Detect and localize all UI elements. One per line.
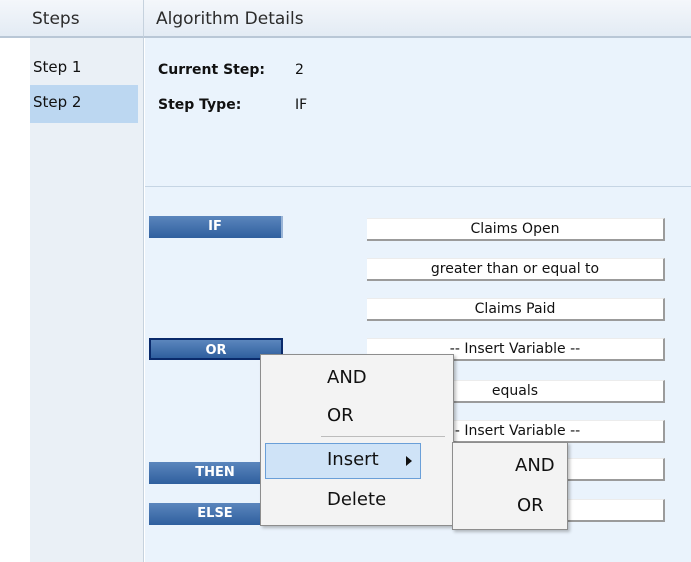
steps-panel-margin: [0, 38, 30, 562]
operator-button-1[interactable]: greater than or equal to: [367, 258, 665, 281]
menu-item-insert[interactable]: Insert: [327, 449, 379, 470]
steps-panel: Step 1 Step 2: [0, 38, 144, 562]
variable-button-claims-open[interactable]: Claims Open: [367, 218, 665, 241]
variable-button-claims-paid[interactable]: Claims Paid: [367, 298, 665, 321]
insert-submenu: AND OR: [452, 442, 568, 530]
submenu-item-or[interactable]: OR: [517, 495, 544, 516]
menu-item-or[interactable]: OR: [327, 405, 354, 426]
steps-panel-header: Steps: [0, 0, 144, 38]
current-step-label: Current Step:: [158, 62, 265, 78]
menu-item-insert-highlight[interactable]: Insert: [265, 443, 421, 479]
menu-item-and[interactable]: AND: [327, 367, 367, 388]
algorithm-details-header: Algorithm Details: [144, 0, 691, 38]
step-type-label: Step Type:: [158, 97, 242, 113]
submenu-item-and[interactable]: AND: [515, 455, 555, 476]
step-item-1[interactable]: Step 1: [30, 50, 138, 88]
current-step-value: 2: [295, 62, 304, 78]
step-item-2[interactable]: Step 2: [30, 85, 138, 123]
if-keyword-button[interactable]: IF: [149, 216, 283, 238]
submenu-arrow-icon: [406, 456, 412, 466]
menu-separator: [321, 436, 445, 437]
step-type-value: IF: [295, 97, 308, 113]
menu-item-delete[interactable]: Delete: [327, 489, 386, 510]
context-menu: AND OR Insert Delete: [260, 354, 454, 526]
section-divider: [145, 186, 691, 187]
